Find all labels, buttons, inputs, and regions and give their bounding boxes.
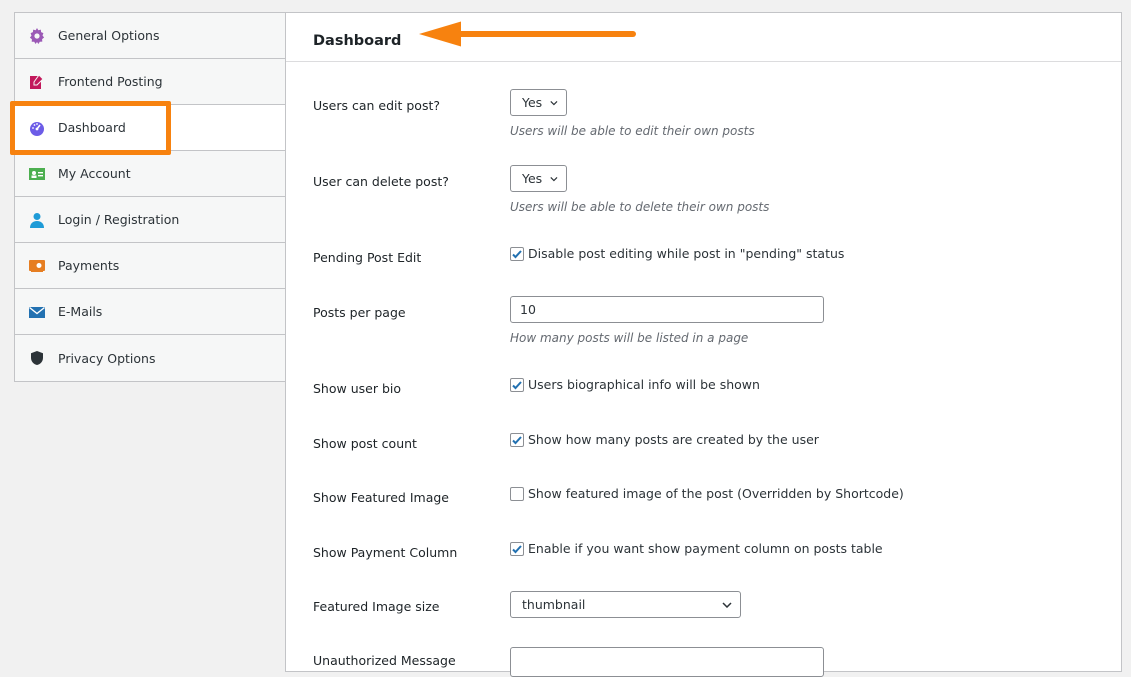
sidebar-item-dashboard[interactable]: Dashboard	[15, 105, 285, 151]
dashboard-icon	[29, 120, 45, 136]
sidebar-item-label: Dashboard	[58, 120, 126, 135]
checkbox-label: Users biographical info will be shown	[528, 377, 760, 392]
pending-edit-checkbox[interactable]	[510, 246, 524, 261]
setting-description: How many posts will be listed in a page	[510, 331, 749, 345]
setting-label: Show user bio	[313, 381, 401, 396]
checkbox-label: Show featured image of the post (Overrid…	[528, 486, 904, 501]
id-card-icon	[29, 166, 45, 182]
sidebar-item-payments[interactable]: Payments	[15, 243, 285, 289]
setting-label: Show Payment Column	[313, 545, 458, 560]
post-count-checkbox[interactable]	[510, 432, 524, 447]
sidebar-item-label: Login / Registration	[58, 212, 180, 227]
gear-icon	[29, 27, 45, 44]
setting-label: User can delete post?	[313, 174, 449, 189]
sidebar-item-emails[interactable]: E-Mails	[15, 289, 285, 335]
chevron-down-icon	[722, 601, 732, 608]
setting-description: Users will be able to delete their own p…	[510, 200, 770, 214]
sidebar-item-frontend-posting[interactable]: Frontend Posting	[15, 59, 285, 105]
sidebar-item-label: Payments	[58, 258, 120, 273]
sidebar-item-label: General Options	[58, 28, 160, 43]
settings-sidebar: General Options Frontend Posting Dashboa…	[14, 12, 285, 382]
edit-icon	[29, 73, 45, 90]
settings-panel: Dashboard Users can edit post? Yes Users…	[285, 12, 1122, 677]
user-bio-checkbox[interactable]	[510, 377, 524, 392]
user-icon	[29, 212, 45, 228]
checkmark-icon	[512, 380, 522, 389]
select-value: Yes	[522, 95, 543, 110]
setting-label: Pending Post Edit	[313, 250, 422, 265]
panel-header: Dashboard	[286, 13, 1121, 62]
posts-per-page-input[interactable]: 10	[510, 296, 824, 323]
arrow-annotation	[419, 21, 636, 47]
sidebar-item-label: Frontend Posting	[58, 74, 163, 89]
sidebar-item-label: E-Mails	[58, 304, 103, 319]
mail-icon	[29, 304, 45, 320]
sidebar-item-general-options[interactable]: General Options	[15, 13, 285, 59]
select-value: thumbnail	[522, 597, 586, 612]
delete-post-select[interactable]: Yes	[510, 165, 567, 192]
checkbox-label: Enable if you want show payment column o…	[528, 541, 883, 556]
setting-label: Featured Image size	[313, 599, 440, 614]
chevron-down-icon	[550, 100, 558, 105]
checkbox-label: Show how many posts are created by the u…	[528, 432, 819, 447]
featured-image-checkbox[interactable]	[510, 486, 524, 501]
unauthorized-message-input[interactable]	[510, 647, 824, 677]
edit-post-select[interactable]: Yes	[510, 89, 567, 116]
select-value: Yes	[522, 171, 543, 186]
sidebar-item-privacy-options[interactable]: Privacy Options	[15, 335, 285, 381]
checkbox-label: Disable post editing while post in "pend…	[528, 246, 845, 261]
checkmark-icon	[512, 435, 522, 444]
image-size-select[interactable]: thumbnail	[510, 591, 741, 618]
sidebar-item-login-registration[interactable]: Login / Registration	[15, 197, 285, 243]
setting-label: Show Featured Image	[313, 490, 449, 505]
checkmark-icon	[512, 544, 522, 553]
setting-label: Show post count	[313, 436, 417, 451]
page-title: Dashboard	[313, 33, 402, 49]
payment-column-checkbox[interactable]	[510, 541, 524, 556]
shield-icon	[29, 350, 45, 366]
sidebar-item-label: Privacy Options	[58, 350, 156, 366]
checkmark-icon	[512, 249, 522, 258]
setting-description: Users will be able to edit their own pos…	[510, 124, 755, 138]
payment-icon	[29, 258, 45, 274]
setting-label: Users can edit post?	[313, 98, 441, 113]
setting-label: Unauthorized Message	[313, 653, 456, 668]
setting-label: Posts per page	[313, 305, 406, 320]
sidebar-item-my-account[interactable]: My Account	[15, 151, 285, 197]
chevron-down-icon	[550, 176, 558, 181]
sidebar-item-label: My Account	[58, 166, 131, 181]
input-value: 10	[520, 302, 536, 317]
